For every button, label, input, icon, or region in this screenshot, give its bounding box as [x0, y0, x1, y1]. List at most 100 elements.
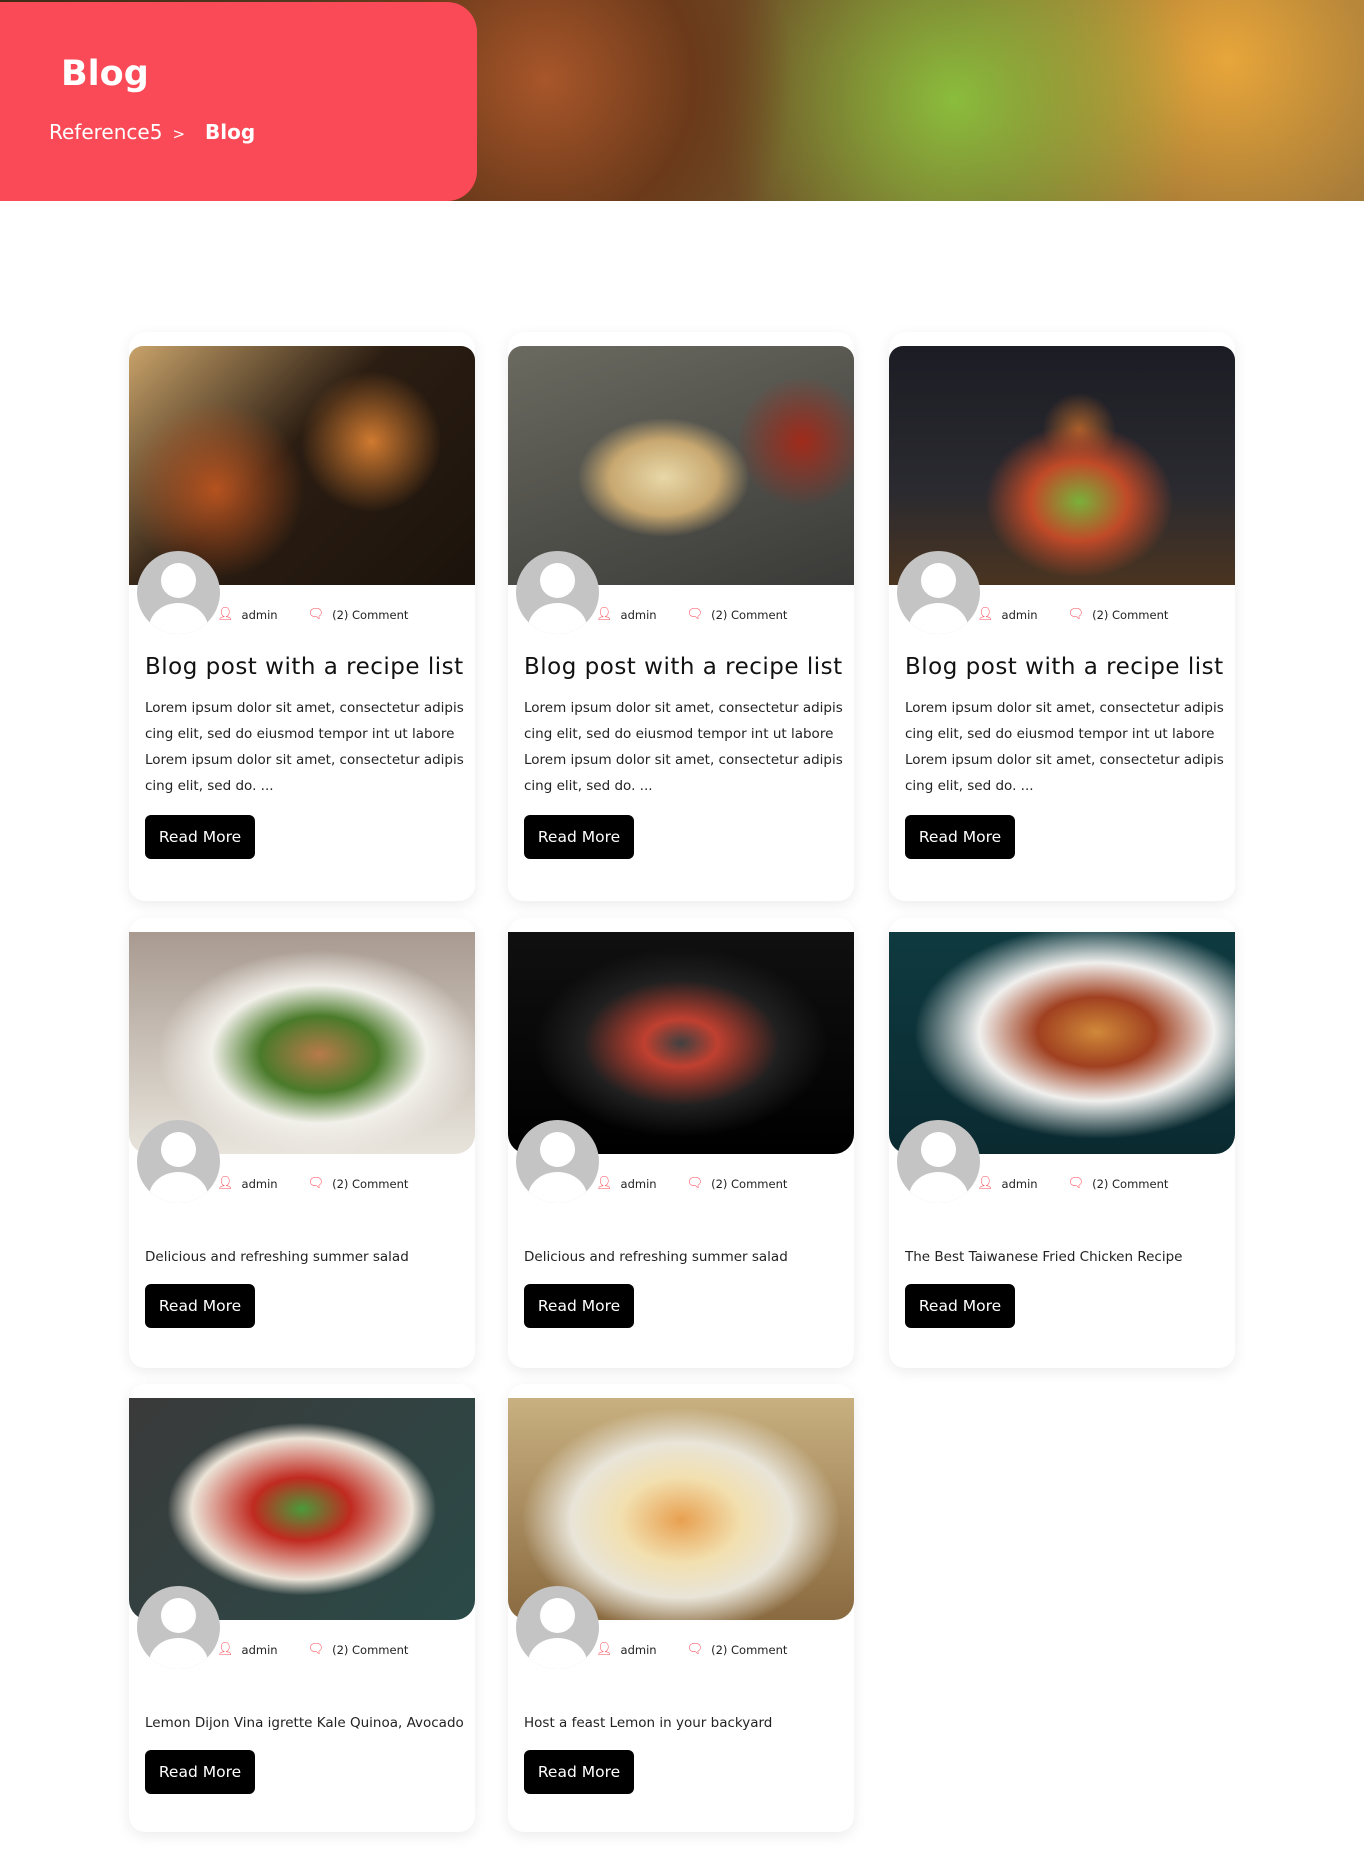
author-name[interactable]: admin	[621, 1177, 657, 1191]
post-image[interactable]	[129, 346, 475, 585]
comments[interactable]: 🗨︎ (2) Comment	[687, 1176, 788, 1191]
comments-icon: 🗨︎	[307, 1642, 325, 1657]
comments[interactable]: 🗨︎ (2) Comment	[687, 1642, 788, 1657]
post-title[interactable]: Blog post with a recipe list	[524, 654, 843, 680]
blog-post-card: 👤︎ admin 🗨︎ (2) Comment The Best Taiwanese…	[889, 918, 1235, 1368]
comment-count[interactable]: (2) Comment	[332, 608, 408, 622]
user-icon: 👤︎	[596, 1176, 613, 1191]
comments[interactable]: 🗨︎ (2) Comment	[1068, 607, 1169, 622]
user-icon: 👤︎	[977, 607, 994, 622]
comment-count[interactable]: (2) Comment	[711, 608, 787, 622]
user-icon: 👤︎	[596, 1642, 613, 1657]
read-more-button[interactable]: Read More	[524, 1284, 634, 1328]
read-more-button[interactable]: Read More	[145, 1284, 255, 1328]
author[interactable]: 👤︎ admin	[217, 1176, 278, 1191]
hero-banner: Blog Reference5 > Blog	[0, 0, 1364, 201]
post-meta: 👤︎ admin 🗨︎ (2) Comment	[217, 1176, 408, 1191]
post-image[interactable]	[508, 346, 854, 585]
blog-post-card: 👤︎ admin 🗨︎ (2) Comment Delicious and refr…	[508, 918, 854, 1368]
comments-icon: 🗨︎	[307, 1176, 325, 1191]
comment-count[interactable]: (2) Comment	[1092, 608, 1168, 622]
breadcrumb: Reference5 > Blog	[49, 120, 255, 144]
author-name[interactable]: admin	[621, 608, 657, 622]
user-icon: 👤︎	[217, 1642, 234, 1657]
author-avatar	[516, 1120, 599, 1203]
comments-icon: 🗨︎	[686, 1176, 704, 1191]
comment-count[interactable]: (2) Comment	[332, 1177, 408, 1191]
author[interactable]: 👤︎ admin	[977, 607, 1038, 622]
post-title[interactable]: Blog post with a recipe list	[905, 654, 1224, 680]
comment-count[interactable]: (2) Comment	[1092, 1177, 1168, 1191]
comments[interactable]: 🗨︎ (2) Comment	[308, 607, 409, 622]
author-avatar	[137, 1120, 220, 1203]
breadcrumb-separator: >	[172, 125, 186, 143]
author-name[interactable]: admin	[242, 1643, 278, 1657]
post-meta: 👤︎ admin 🗨︎ (2) Comment	[596, 1642, 787, 1657]
author[interactable]: 👤︎ admin	[596, 1642, 657, 1657]
author-name[interactable]: admin	[242, 608, 278, 622]
post-excerpt: Lorem ipsum dolor sit amet, consectetur …	[524, 700, 843, 794]
post-excerpt: Lorem ipsum dolor sit amet, consectetur …	[905, 700, 1224, 794]
read-more-button[interactable]: Read More	[145, 1750, 255, 1794]
post-meta: 👤︎ admin 🗨︎ (2) Comment	[977, 607, 1168, 622]
blog-post-card: 👤︎ admin 🗨︎ (2) Comment Blog post with a r…	[508, 332, 854, 901]
read-more-button[interactable]: Read More	[905, 815, 1015, 859]
author-avatar	[897, 551, 980, 634]
post-excerpt[interactable]: Delicious and refreshing summer salad	[145, 1244, 465, 1270]
hero-title-box: Blog Reference5 > Blog	[0, 2, 477, 201]
author-avatar	[137, 551, 220, 634]
author-avatar	[897, 1120, 980, 1203]
post-excerpt[interactable]: Lemon Dijon Vina igrette Kale Quinoa, Av…	[145, 1710, 465, 1736]
post-excerpt: Lorem ipsum dolor sit amet, consectetur …	[145, 700, 464, 794]
read-more-button[interactable]: Read More	[524, 815, 634, 859]
comment-count[interactable]: (2) Comment	[332, 1643, 408, 1657]
blog-post-card: 👤︎ admin 🗨︎ (2) Comment Blog post with a r…	[129, 332, 475, 901]
post-meta: 👤︎ admin 🗨︎ (2) Comment	[596, 607, 787, 622]
comments[interactable]: 🗨︎ (2) Comment	[308, 1642, 409, 1657]
comments[interactable]: 🗨︎ (2) Comment	[1068, 1176, 1169, 1191]
comments[interactable]: 🗨︎ (2) Comment	[308, 1176, 409, 1191]
post-image[interactable]	[889, 346, 1235, 585]
read-more-button[interactable]: Read More	[145, 815, 255, 859]
user-icon: 👤︎	[596, 607, 613, 622]
author[interactable]: 👤︎ admin	[217, 607, 278, 622]
page-title: Blog	[61, 54, 149, 94]
author-name[interactable]: admin	[242, 1177, 278, 1191]
post-meta: 👤︎ admin 🗨︎ (2) Comment	[977, 1176, 1168, 1191]
blog-post-card: 👤︎ admin 🗨︎ (2) Comment Lemon Dijon Vina i…	[129, 1384, 475, 1832]
breadcrumb-current: Blog	[205, 120, 256, 144]
author-name[interactable]: admin	[621, 1643, 657, 1657]
post-excerpt[interactable]: Delicious and refreshing summer salad	[524, 1244, 844, 1270]
comments-icon: 🗨︎	[686, 607, 704, 622]
post-meta: 👤︎ admin 🗨︎ (2) Comment	[217, 607, 408, 622]
user-icon: 👤︎	[217, 607, 234, 622]
post-title[interactable]: Blog post with a recipe list	[145, 654, 464, 680]
comments-icon: 🗨︎	[1067, 1176, 1085, 1191]
comments-icon: 🗨︎	[307, 607, 325, 622]
comments-icon: 🗨︎	[686, 1642, 704, 1657]
comment-count[interactable]: (2) Comment	[711, 1643, 787, 1657]
post-meta: 👤︎ admin 🗨︎ (2) Comment	[217, 1642, 408, 1657]
author[interactable]: 👤︎ admin	[217, 1642, 278, 1657]
author[interactable]: 👤︎ admin	[596, 607, 657, 622]
user-icon: 👤︎	[977, 1176, 994, 1191]
blog-post-card: 👤︎ admin 🗨︎ (2) Comment Delicious and refr…	[129, 918, 475, 1368]
comments[interactable]: 🗨︎ (2) Comment	[687, 607, 788, 622]
blog-post-card: 👤︎ admin 🗨︎ (2) Comment Host a feast Lemon…	[508, 1384, 854, 1832]
read-more-button[interactable]: Read More	[905, 1284, 1015, 1328]
user-icon: 👤︎	[217, 1176, 234, 1191]
author-avatar	[516, 551, 599, 634]
author-name[interactable]: admin	[1002, 608, 1038, 622]
post-meta: 👤︎ admin 🗨︎ (2) Comment	[596, 1176, 787, 1191]
comment-count[interactable]: (2) Comment	[711, 1177, 787, 1191]
blog-post-card: 👤︎ admin 🗨︎ (2) Comment Blog post with a r…	[889, 332, 1235, 901]
author-name[interactable]: admin	[1002, 1177, 1038, 1191]
read-more-button[interactable]: Read More	[524, 1750, 634, 1794]
author-avatar	[516, 1586, 599, 1669]
author[interactable]: 👤︎ admin	[977, 1176, 1038, 1191]
breadcrumb-home[interactable]: Reference5	[49, 120, 162, 144]
post-excerpt[interactable]: The Best Taiwanese Fried Chicken Recipe	[905, 1244, 1225, 1270]
post-excerpt[interactable]: Host a feast Lemon in your backyard	[524, 1710, 844, 1736]
author-avatar	[137, 1586, 220, 1669]
author[interactable]: 👤︎ admin	[596, 1176, 657, 1191]
